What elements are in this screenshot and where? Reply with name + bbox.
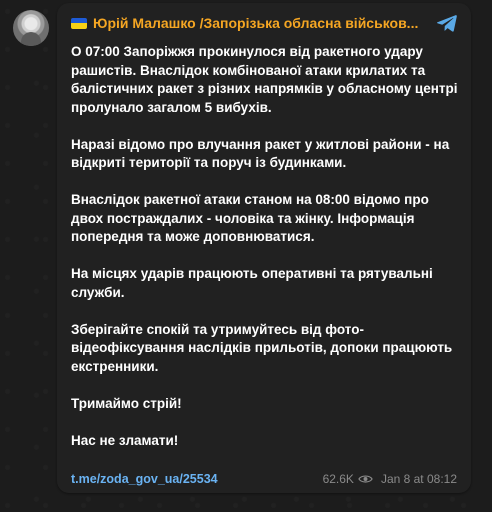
- message-bubble: Юрій Малашко /Запорізька обласна військо…: [57, 3, 471, 493]
- message-date: Jan 8 at 08:12: [380, 472, 457, 486]
- message-paragraph: Тримаймо стрій!: [71, 395, 182, 411]
- message-footer: t.me/zoda_gov_ua/25534 62.6K Jan 8 at 08…: [71, 470, 457, 488]
- post-link[interactable]: t.me/zoda_gov_ua/25534: [71, 472, 218, 486]
- channel-avatar[interactable]: [13, 10, 49, 46]
- message-paragraph: Зберігайте спокій та утримуйтесь від фот…: [71, 321, 453, 374]
- message-paragraph: На місцях ударів працюють оперативні та …: [71, 266, 433, 300]
- telegram-icon[interactable]: [435, 11, 459, 35]
- message-paragraph: Наразі відомо про влучання ракет у житло…: [71, 136, 450, 171]
- views-count: 62.6K: [322, 472, 354, 486]
- message-text: О 07:00 Запоріжжя прокинулося від ракетн…: [71, 43, 459, 450]
- message-paragraph: Нас не зламати!: [71, 432, 179, 448]
- message-paragraph: О 07:00 Запоріжжя прокинулося від ракетн…: [71, 44, 458, 115]
- message-meta: 62.6K Jan 8 at 08:12: [323, 472, 457, 486]
- eye-icon: [358, 475, 373, 483]
- channel-name[interactable]: Юрій Малашко /Запорізька обласна військо…: [93, 15, 418, 31]
- message-paragraph: Внаслідок ракетної атаки станом на 08:00…: [71, 192, 429, 244]
- ukraine-flag-icon: [71, 17, 87, 29]
- message-header: Юрій Малашко /Запорізька обласна військо…: [71, 13, 425, 33]
